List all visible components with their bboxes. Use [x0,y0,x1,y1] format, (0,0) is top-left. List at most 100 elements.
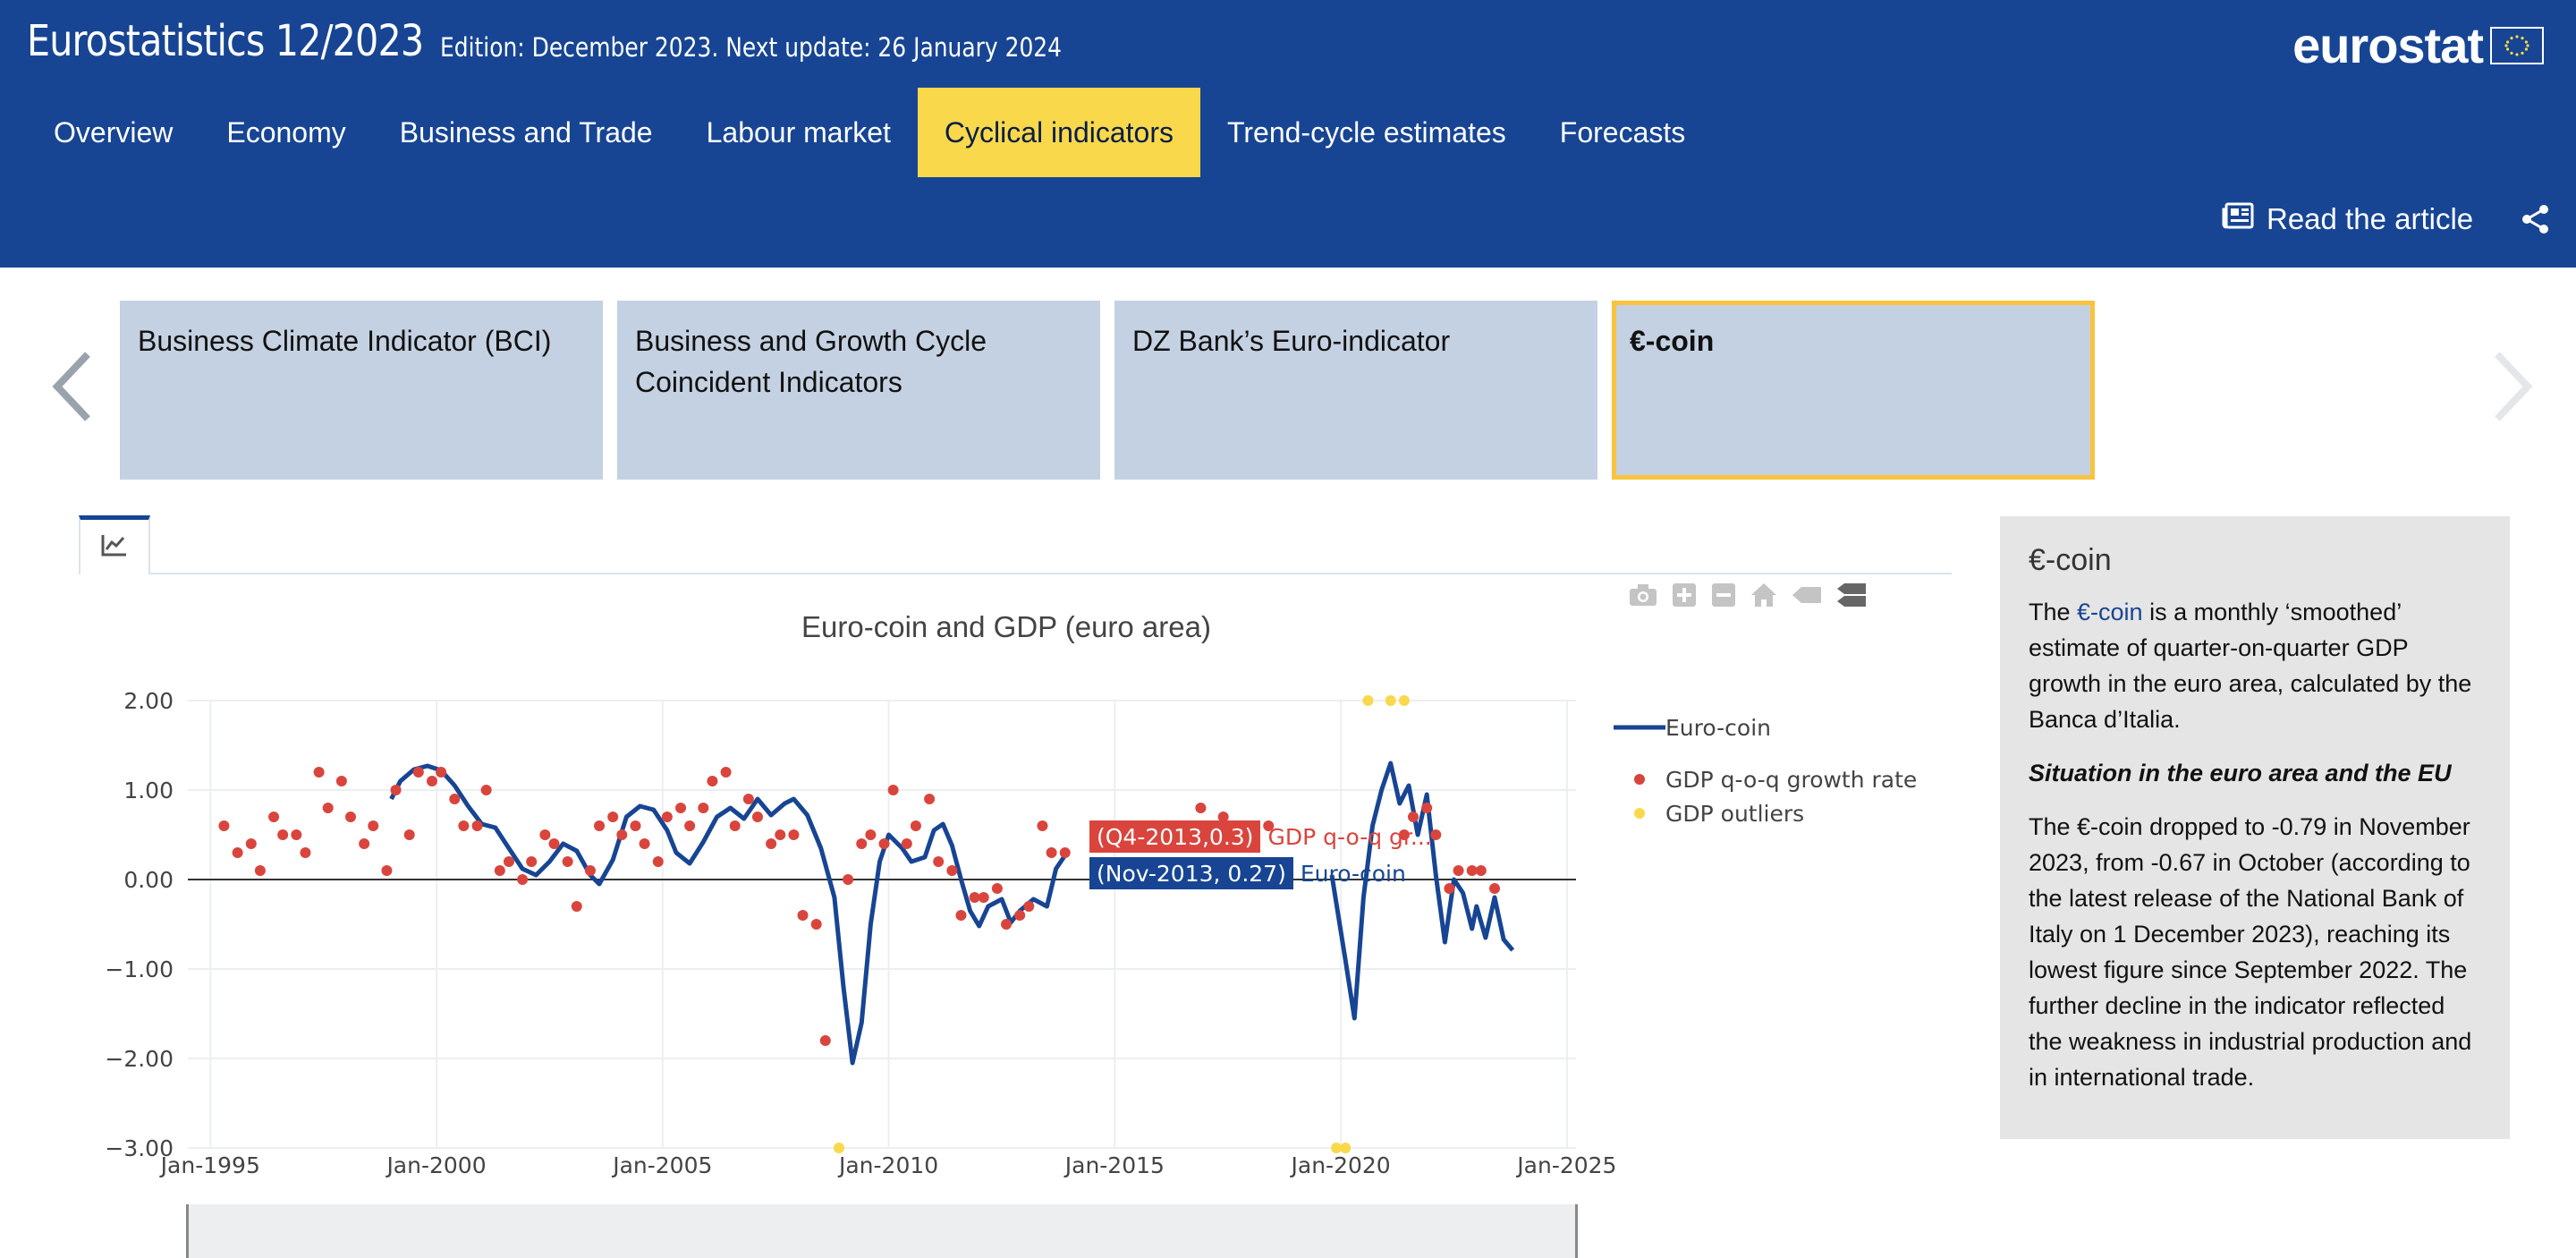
gdp-point [720,767,732,778]
gdp-point [335,776,347,786]
legend-item-gdp[interactable]: GDP q-o-q growth rate [1614,762,1917,796]
legend-dot-swatch [1614,773,1665,786]
gdp-outlier-point [1398,695,1410,706]
y-tick-label: 0.00 [123,867,174,893]
gdp-point [471,820,483,831]
card-dz-bank[interactable]: DZ Bank’s Euro-indicator [1114,301,1597,480]
gdp-point [616,829,628,840]
gdp-point [277,829,289,840]
carousel-next-icon[interactable] [2492,351,2533,427]
gdp-point [436,767,447,778]
chart-legend: Euro-coin GDP q-o-q growth rate GDP outl… [1614,710,1917,830]
gdp-point [698,803,709,813]
gdp-point [910,820,921,831]
legend-label: GDP q-o-q growth rate [1665,766,1918,793]
camera-icon[interactable] [1628,582,1658,612]
info-panel: €-coin The €-coin is a monthly ‘smoothed… [2000,516,2510,1139]
card-business-growth-cycle[interactable]: Business and Growth Cycle Coincident Ind… [617,301,1100,480]
y-tick-label: 1.00 [123,778,174,803]
chart-plot[interactable]: 2.001.000.00−1.00−2.00−3.00Jan-1995 Jan-2… [0,662,1628,1181]
carousel-prev-icon[interactable] [52,351,93,427]
gdp-point [1489,883,1501,894]
legend-label: GDP outliers [1665,800,1805,827]
range-slider[interactable] [186,1204,1578,1258]
info-description: The €-coin is a monthly ‘smoothed’ estim… [2029,599,2472,733]
legend-item-euro-coin[interactable]: Euro-coin [1614,710,1917,744]
card-euro-coin[interactable]: €-coin [1612,301,2095,480]
y-tick-label: 2.00 [123,688,174,714]
gdp-point [652,856,664,867]
y-tick-label: −2.00 [105,1046,174,1072]
spike-lines-icon[interactable] [1791,583,1823,611]
read-article-label: Read the article [2267,202,2474,235]
share-icon[interactable] [2521,204,2551,239]
edition-info: Edition: December 2023. Next update: 26 … [440,32,1063,63]
gdp-point [843,874,854,885]
gdp-outlier-point [833,1143,844,1153]
legend-item-gdp-outliers[interactable]: GDP outliers [1614,796,1917,830]
nav-forecasts[interactable]: Forecasts [1533,88,1712,177]
gdp-point [381,865,393,876]
chart-tab-bar [79,573,1952,574]
gdp-point [810,919,822,930]
nav-trend-cycle-estimates[interactable]: Trend-cycle estimates [1200,88,1533,177]
info-subheading: Situation in the euro area and the EU [2029,760,2452,786]
zoom-out-icon[interactable] [1710,582,1737,613]
logo-text: eurostat [2292,17,2484,73]
x-tick-label: Jan-2010 [837,1152,938,1178]
nav-overview[interactable]: Overview [27,88,199,177]
gdp-point [268,812,280,822]
nav-cyclical-indicators[interactable]: Cyclical indicators [917,88,1200,177]
home-icon[interactable] [1750,582,1778,613]
gdp-point [594,820,606,831]
eurostat-logo[interactable]: eurostat [2292,16,2544,74]
gdp-point [946,865,958,876]
line-chart-icon [101,533,128,561]
gdp-point [901,838,912,849]
x-tick-label: Jan-2025 [1515,1152,1616,1178]
info-situation: The €-coin dropped to -0.79 in November … [2029,813,2472,1091]
gdp-point [856,838,868,849]
gdp-point [775,829,786,840]
gdp-point [684,820,696,831]
gdp-point [494,865,505,876]
gdp-point [1023,901,1035,912]
nav-business-and-trade[interactable]: Business and Trade [373,88,680,177]
gdp-point [1475,865,1487,876]
legend-dot-swatch [1614,807,1665,820]
gdp-point [1430,829,1442,840]
gdp-point [933,856,945,867]
gdp-point [865,829,877,840]
x-tick-label: Jan-2005 [611,1152,712,1178]
gdp-point [562,856,573,867]
nav-labour-market[interactable]: Labour market [680,88,918,177]
gdp-point [539,829,551,840]
gdp-point [245,838,257,849]
gdp-point [1453,865,1464,876]
read-article-link[interactable]: Read the article [2222,202,2473,236]
tooltip-euro-coin: (Nov-2013, 0.27) Euro-coin [1089,857,1406,889]
chart-tab[interactable] [79,515,150,574]
gdp-point [924,794,936,804]
card-bci[interactable]: Business Climate Indicator (BCI) [120,301,603,480]
euro-coin-link[interactable]: €-coin [2077,599,2143,625]
gdp-point [571,901,582,912]
newspaper-icon [2222,202,2254,236]
gdp-point [878,838,890,849]
gdp-point [503,856,514,867]
gdp-point [359,838,370,849]
gdp-point [480,785,492,795]
zoom-in-icon[interactable] [1671,582,1698,613]
x-tick-label: Jan-2020 [1290,1152,1391,1178]
tooltip-gdp: (Q4-2013,0.3) GDP q-o-q gr... [1089,820,1432,853]
gdp-point [390,785,402,795]
gdp-point [232,847,243,858]
gdp-point [426,776,437,786]
gdp-point [449,794,461,804]
compare-hover-icon[interactable] [1835,582,1868,613]
site-header: Eurostatistics 12/2023 Edition: December… [0,0,2576,268]
gdp-point [300,847,311,858]
nav-economy[interactable]: Economy [199,88,372,177]
gdp-point [1037,820,1048,831]
gdp-point [313,767,325,778]
